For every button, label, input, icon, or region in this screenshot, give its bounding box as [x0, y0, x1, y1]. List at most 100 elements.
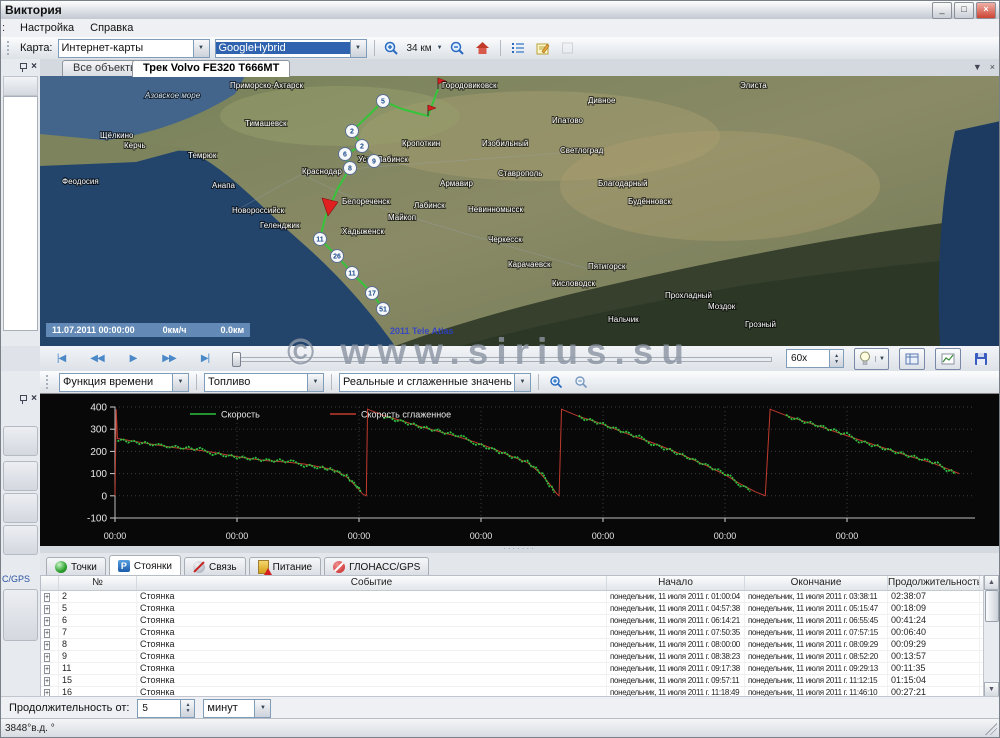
- slider-handle[interactable]: [232, 352, 241, 367]
- horizontal-splitter[interactable]: ·······: [40, 546, 999, 553]
- chevron-down-icon[interactable]: ▼: [514, 374, 530, 391]
- resize-grip[interactable]: [985, 723, 997, 735]
- timeline-slider[interactable]: [232, 352, 772, 365]
- collapsed-group-button[interactable]: [3, 461, 38, 491]
- parameter-combobox[interactable]: Топливо ▼: [204, 373, 324, 392]
- rewind-button[interactable]: ◀◀: [84, 353, 110, 364]
- skip-start-button[interactable]: |◀: [48, 353, 74, 364]
- pin-icon[interactable]: [18, 62, 27, 72]
- bulb-dropdown-icon[interactable]: ▼: [875, 356, 888, 362]
- tab-точки[interactable]: Точки: [46, 557, 106, 577]
- table-row[interactable]: +6Стоянкапонедельник, 11 июля 2011 г. 06…: [41, 615, 998, 627]
- expand-row-icon[interactable]: +: [44, 593, 50, 602]
- table-row[interactable]: +5Стоянкапонедельник, 11 июля 2011 г. 04…: [41, 603, 998, 615]
- chevron-down-icon[interactable]: ▼: [350, 40, 366, 57]
- minimize-button[interactable]: _: [932, 2, 952, 19]
- highlight-button[interactable]: [855, 350, 875, 368]
- table-row[interactable]: +11Стоянкапонедельник, 11 июля 2011 г. 0…: [41, 663, 998, 675]
- column-header[interactable]: Окончание: [745, 576, 888, 590]
- tab-close-icon[interactable]: ×: [990, 62, 995, 72]
- chevron-down-icon[interactable]: ▼: [307, 374, 323, 391]
- save-button[interactable]: [971, 350, 991, 368]
- close-button[interactable]: ×: [976, 2, 996, 19]
- table-row[interactable]: +9Стоянкапонедельник, 11 июля 2011 г. 08…: [41, 651, 998, 663]
- spinner-arrows-icon[interactable]: ▲▼: [180, 700, 194, 717]
- track-marker[interactable]: 5: [377, 95, 390, 108]
- map-scale-value: 34 км: [407, 43, 432, 54]
- zoom-out-button[interactable]: [448, 39, 468, 57]
- menu-settings[interactable]: Настройка: [12, 21, 82, 35]
- track-marker[interactable]: 11: [314, 233, 327, 246]
- play-button[interactable]: ▶: [120, 353, 146, 364]
- fast-forward-button[interactable]: ▶▶: [156, 353, 182, 364]
- left-panel-content[interactable]: [3, 96, 38, 331]
- pin-icon[interactable]: [18, 394, 27, 404]
- chevron-down-icon[interactable]: ▼: [172, 374, 188, 391]
- tab-глонасс/gps[interactable]: ГЛОНАСС/GPS: [324, 557, 429, 577]
- table-scrollbar[interactable]: ▲ ▼: [983, 575, 999, 697]
- track-marker[interactable]: 9: [368, 155, 381, 168]
- spinner-arrows-icon[interactable]: ▲▼: [829, 350, 843, 367]
- expand-row-icon[interactable]: +: [44, 641, 50, 650]
- track-marker[interactable]: 6: [339, 148, 352, 161]
- close-icon[interactable]: ×: [31, 62, 37, 72]
- track-marker[interactable]: 26: [331, 250, 344, 263]
- scroll-thumb[interactable]: [985, 590, 999, 622]
- column-header[interactable]: Событие: [137, 576, 607, 590]
- show-table-toggle[interactable]: [899, 348, 925, 370]
- track-marker[interactable]: 51: [377, 303, 390, 316]
- table-row[interactable]: +8Стоянкапонедельник, 11 июля 2011 г. 08…: [41, 639, 998, 651]
- expand-row-icon[interactable]: +: [44, 653, 50, 662]
- track-marker[interactable]: 17: [366, 287, 379, 300]
- column-header[interactable]: Продолжительность: [888, 576, 980, 590]
- show-chart-toggle[interactable]: [935, 348, 961, 370]
- tab-стоянки[interactable]: PСтоянки: [109, 555, 181, 577]
- table-row[interactable]: +2Стоянкапонедельник, 11 июля 2011 г. 01…: [41, 591, 998, 603]
- speed-spinner[interactable]: 60x ▲▼: [786, 349, 844, 368]
- collapsed-group-button[interactable]: [3, 589, 38, 641]
- chevron-down-icon[interactable]: ▼: [254, 700, 270, 717]
- edit-notes-button[interactable]: [533, 39, 553, 57]
- expand-row-icon[interactable]: +: [44, 617, 50, 626]
- map-source-combobox[interactable]: Интернет-карты ▼: [58, 39, 210, 58]
- duration-unit-combobox[interactable]: минут ▼: [203, 699, 271, 718]
- function-combobox[interactable]: Функция времени ▼: [59, 373, 189, 392]
- scroll-down-icon[interactable]: ▼: [984, 682, 999, 697]
- tab-track[interactable]: Трек Volvo FE320 T666MT: [132, 60, 290, 77]
- table-row[interactable]: +7Стоянкапонедельник, 11 июля 2011 г. 07…: [41, 627, 998, 639]
- map-type-combobox[interactable]: GoogleHybrid ▼: [215, 39, 367, 58]
- tab-list-dropdown-icon[interactable]: ▼: [973, 62, 982, 72]
- home-extent-button[interactable]: [473, 39, 493, 57]
- restore-button[interactable]: □: [954, 2, 974, 19]
- chevron-down-icon[interactable]: ▼: [193, 40, 209, 57]
- zoom-in-button[interactable]: [382, 39, 402, 57]
- track-marker[interactable]: 2: [346, 125, 359, 138]
- track-marker[interactable]: 11: [346, 267, 359, 280]
- collapsed-group-button[interactable]: [3, 426, 38, 456]
- expand-row-icon[interactable]: +: [44, 629, 50, 638]
- scale-dropdown-icon[interactable]: ▼: [437, 45, 443, 51]
- chart-zoom-out-button[interactable]: [571, 373, 591, 391]
- column-header[interactable]: №: [59, 576, 137, 590]
- values-mode-combobox[interactable]: Реальные и сглаженные значень ▼: [339, 373, 531, 392]
- menu-help[interactable]: Справка: [82, 21, 141, 35]
- list-button[interactable]: [508, 39, 528, 57]
- scroll-up-icon[interactable]: ▲: [984, 575, 999, 590]
- collapsed-group-button[interactable]: [3, 525, 38, 555]
- collapsed-group-button[interactable]: [3, 493, 38, 523]
- skip-end-button[interactable]: ▶|: [192, 353, 218, 364]
- map-view[interactable]: Азовское мореПриморско-АхтарскГородовико…: [40, 76, 999, 346]
- track-marker[interactable]: 8: [344, 162, 357, 175]
- column-header[interactable]: Начало: [607, 576, 745, 590]
- expand-row-icon[interactable]: +: [44, 677, 50, 686]
- expand-row-icon[interactable]: +: [44, 665, 50, 674]
- close-icon[interactable]: ×: [31, 394, 37, 404]
- chart-zoom-in-button[interactable]: [546, 373, 566, 391]
- track-marker[interactable]: 2: [356, 140, 369, 153]
- expand-row-icon[interactable]: +: [44, 605, 50, 614]
- column-header[interactable]: [41, 576, 59, 590]
- tab-питание[interactable]: Питание: [249, 557, 321, 577]
- tab-связь[interactable]: Связь: [184, 557, 246, 577]
- table-row[interactable]: +15Стоянкапонедельник, 11 июля 2011 г. 0…: [41, 675, 998, 687]
- duration-value-spinner[interactable]: 5 ▲▼: [137, 699, 195, 718]
